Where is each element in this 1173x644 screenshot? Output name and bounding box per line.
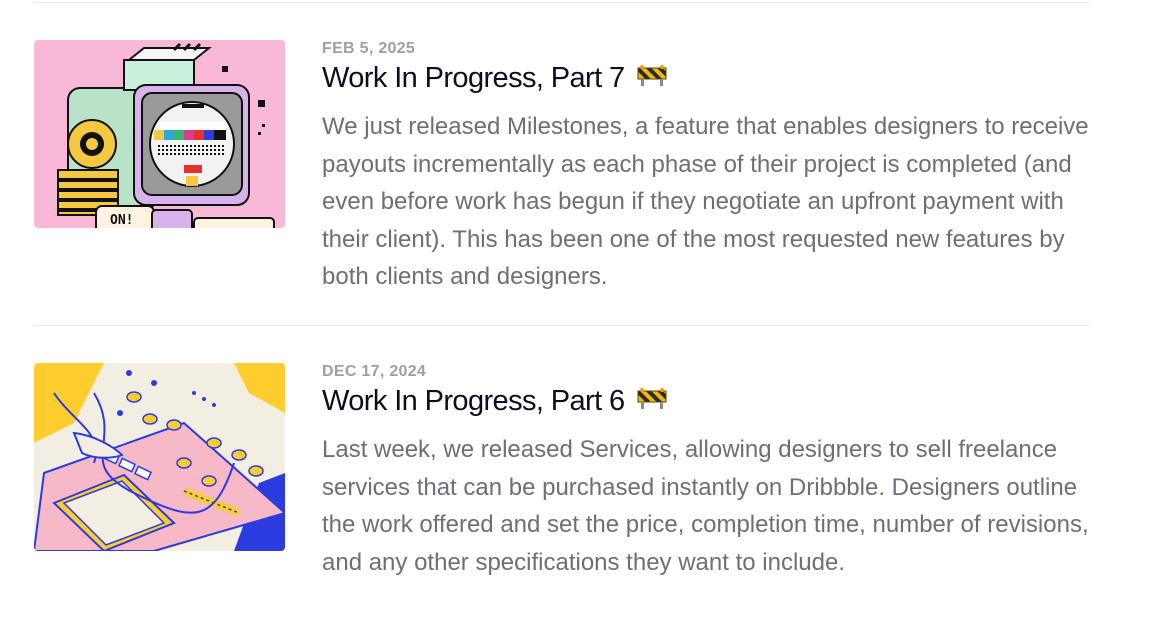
post-title-link[interactable]: Work In Progress, Part 7 bbox=[322, 62, 667, 95]
mixing-console-illustration bbox=[34, 363, 285, 551]
thumbnail-badge-text: ON! bbox=[110, 213, 133, 228]
post-date: DEC 17, 2024 bbox=[322, 363, 427, 380]
retro-tv-illustration: ON! bbox=[34, 40, 285, 228]
construction-barrier-icon bbox=[637, 62, 667, 95]
post-excerpt: Last week, we released Services, allowin… bbox=[322, 436, 1089, 576]
post-thumbnail-image[interactable] bbox=[34, 363, 285, 551]
post-title: Work In Progress, Part 6 bbox=[322, 385, 625, 417]
blog-post-1[interactable]: ON! FEB 5, 2025 Work In Progress, Part 7 bbox=[34, 40, 1094, 300]
construction-barrier-icon bbox=[637, 385, 667, 418]
post-title-link[interactable]: Work In Progress, Part 6 bbox=[322, 385, 667, 418]
post-thumbnail-image[interactable]: ON! bbox=[34, 40, 285, 228]
post-title: Work In Progress, Part 7 bbox=[322, 62, 625, 94]
top-divider bbox=[34, 2, 1089, 3]
post-date: FEB 5, 2025 bbox=[322, 40, 416, 57]
post-divider bbox=[34, 325, 1089, 326]
blog-post-2[interactable]: DEC 17, 2024 Work In Progress, Part 6 La… bbox=[34, 363, 1094, 633]
post-excerpt: We just released Milestones, a feature t… bbox=[322, 113, 1089, 290]
